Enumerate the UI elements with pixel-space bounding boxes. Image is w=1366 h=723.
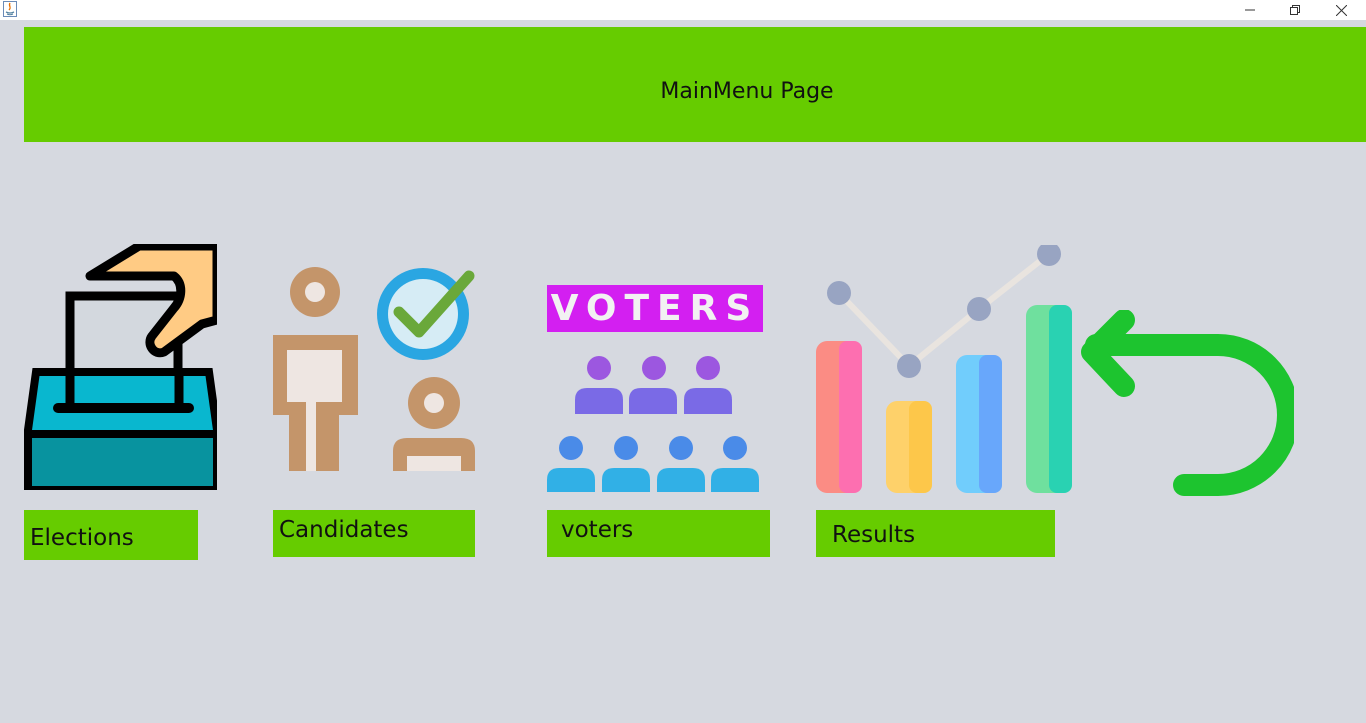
window-titlebar xyxy=(0,0,1366,20)
minimize-button[interactable] xyxy=(1227,0,1273,20)
header-banner: MainMenu Page xyxy=(24,27,1366,142)
voters-button[interactable]: voters xyxy=(547,510,770,557)
candidates-icon[interactable] xyxy=(273,266,475,471)
results-button[interactable]: Results xyxy=(816,510,1055,557)
restore-button[interactable] xyxy=(1272,0,1318,20)
page-title: MainMenu Page xyxy=(660,79,834,104)
back-arrow-icon[interactable] xyxy=(1080,309,1299,496)
java-app-icon xyxy=(3,1,17,17)
ballot-box-icon[interactable] xyxy=(24,241,222,494)
voters-icon[interactable]: VOTERS xyxy=(547,285,763,492)
close-button[interactable] xyxy=(1318,0,1364,20)
voters-banner-text: VOTERS xyxy=(551,288,760,329)
candidates-button[interactable]: Candidates xyxy=(273,510,475,557)
results-chart-icon[interactable] xyxy=(816,242,1074,493)
elections-button[interactable]: Elections xyxy=(24,510,198,560)
